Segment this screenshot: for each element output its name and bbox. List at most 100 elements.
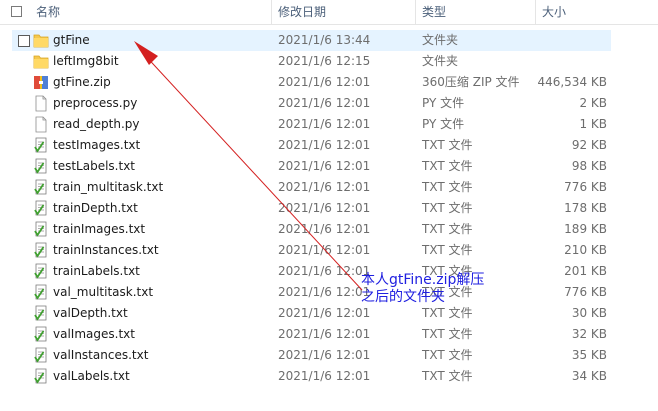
file-date: 2021/1/6 12:01	[278, 75, 371, 89]
file-date: 2021/1/6 12:01	[278, 222, 371, 236]
file-type: TXT 文件	[422, 243, 473, 257]
file-type: TXT 文件	[422, 159, 473, 173]
file-size: 178 KB	[564, 201, 607, 215]
file-name: train_multitask.txt	[53, 180, 164, 194]
file-type: PY 文件	[422, 117, 465, 131]
text-file-icon	[33, 368, 49, 385]
column-header: ^ 名称 修改日期 类型 大小	[0, 0, 658, 25]
file-row[interactable]: read_depth.py 2021/1/6 12:01 PY 文件 1 KB	[12, 114, 611, 135]
text-file-icon	[33, 305, 49, 322]
file-date: 2021/1/6 12:01	[278, 243, 371, 257]
file-row[interactable]: trainImages.txt 2021/1/6 12:01 TXT 文件 189 K…	[12, 219, 611, 240]
file-size: 30 KB	[571, 306, 607, 320]
file-date: 2021/1/6 12:01	[278, 201, 371, 215]
file-date: 2021/1/6 12:15	[278, 54, 371, 68]
folder-icon	[33, 32, 49, 49]
file-type: TXT 文件	[422, 306, 473, 320]
file-row[interactable]: testImages.txt 2021/1/6 12:01 TXT 文件 92 KB	[12, 135, 611, 156]
file-size: 446,534 KB	[537, 75, 607, 89]
file-size: 201 KB	[564, 264, 607, 278]
text-file-icon	[33, 137, 49, 154]
file-row[interactable]: valImages.txt 2021/1/6 12:01 TXT 文件 32 KB	[12, 324, 611, 345]
file-size: 92 KB	[571, 138, 607, 152]
annotation-line-1: 本人gtFine.zip解压	[361, 272, 485, 288]
file-size: 32 KB	[571, 327, 607, 341]
file-name: valLabels.txt	[53, 369, 130, 383]
file-row[interactable]: valLabels.txt 2021/1/6 12:01 TXT 文件 34 KB	[12, 366, 611, 387]
file-date: 2021/1/6 12:01	[278, 264, 371, 278]
file-row[interactable]: valInstances.txt 2021/1/6 12:01 TXT 文件 35 K…	[12, 345, 611, 366]
file-type: TXT 文件	[422, 138, 473, 152]
file-size: 776 KB	[564, 180, 607, 194]
file-name: valImages.txt	[53, 327, 135, 341]
file-size: 776 KB	[564, 285, 607, 299]
file-size: 34 KB	[571, 369, 607, 383]
file-name: trainDepth.txt	[53, 201, 138, 215]
file-row[interactable]: trainDepth.txt 2021/1/6 12:01 TXT 文件 178 KB	[12, 198, 611, 219]
file-type: TXT 文件	[422, 369, 473, 383]
file-row[interactable]: gtFine.zip 2021/1/6 12:01 360压缩 ZIP 文件 446,…	[12, 72, 611, 93]
column-type[interactable]: 类型	[422, 4, 446, 20]
text-file-icon	[33, 263, 49, 280]
row-checkbox[interactable]	[18, 35, 30, 47]
file-row[interactable]: train_multitask.txt 2021/1/6 12:01 TXT 文件 7…	[12, 177, 611, 198]
text-file-icon	[33, 158, 49, 175]
text-file-icon	[33, 179, 49, 196]
file-row[interactable]: valDepth.txt 2021/1/6 12:01 TXT 文件 30 KB	[12, 303, 611, 324]
file-date: 2021/1/6 12:01	[278, 138, 371, 152]
zip-archive-icon	[33, 74, 49, 91]
text-file-icon	[33, 326, 49, 343]
file-type: TXT 文件	[422, 180, 473, 194]
file-date: 2021/1/6 12:01	[278, 96, 371, 110]
file-date: 2021/1/6 12:01	[278, 306, 371, 320]
file-date: 2021/1/6 12:01	[278, 369, 371, 383]
file-name: read_depth.py	[53, 117, 140, 131]
column-divider[interactable]	[535, 0, 536, 24]
annotation-text: 本人gtFine.zip解压 之后的文件夹	[361, 272, 484, 306]
file-type: TXT 文件	[422, 222, 473, 236]
file-name: valDepth.txt	[53, 306, 128, 320]
file-row[interactable]: preprocess.py 2021/1/6 12:01 PY 文件 2 KB	[12, 93, 611, 114]
file-name: testLabels.txt	[53, 159, 135, 173]
file-row[interactable]: val_multitask.txt 2021/1/6 12:01 TXT 文件 776…	[12, 282, 611, 303]
file-date: 2021/1/6 12:01	[278, 117, 371, 131]
file-date: 2021/1/6 12:01	[278, 285, 371, 299]
file-size: 1 KB	[579, 117, 607, 131]
file-icon	[33, 95, 49, 112]
text-file-icon	[33, 221, 49, 238]
column-divider[interactable]	[415, 0, 416, 24]
file-row[interactable]: testLabels.txt 2021/1/6 12:01 TXT 文件 98 KB	[12, 156, 611, 177]
file-row[interactable]: leftImg8bit 2021/1/6 12:15 文件夹	[12, 51, 611, 72]
annotation-line-2: 之后的文件夹	[361, 289, 445, 305]
file-date: 2021/1/6 12:01	[278, 159, 371, 173]
file-row[interactable]: trainInstances.txt 2021/1/6 12:01 TXT 文件 21…	[12, 240, 611, 261]
file-name: val_multitask.txt	[53, 285, 154, 299]
column-size[interactable]: 大小	[542, 4, 566, 20]
file-size: 98 KB	[571, 159, 607, 173]
file-name: trainImages.txt	[53, 222, 146, 236]
file-type: PY 文件	[422, 96, 465, 110]
file-size: 189 KB	[564, 222, 607, 236]
file-name: testImages.txt	[53, 138, 141, 152]
file-type: 文件夹	[422, 54, 459, 68]
text-file-icon	[33, 200, 49, 217]
column-divider[interactable]	[271, 0, 272, 24]
file-name: leftImg8bit	[53, 54, 119, 68]
file-date: 2021/1/6 12:01	[278, 180, 371, 194]
column-name[interactable]: 名称	[36, 4, 60, 20]
file-row[interactable]: trainLabels.txt 2021/1/6 12:01 TXT 文件 201 K…	[12, 261, 611, 282]
text-file-icon	[33, 242, 49, 259]
column-date[interactable]: 修改日期	[278, 4, 326, 20]
file-size: 2 KB	[579, 96, 607, 110]
select-all-checkbox[interactable]	[11, 6, 22, 17]
file-date: 2021/1/6 12:01	[278, 327, 371, 341]
sort-arrow-icon: ^	[143, 0, 151, 4]
file-size: 35 KB	[571, 348, 607, 362]
folder-icon	[33, 53, 49, 70]
text-file-icon	[33, 284, 49, 301]
file-type: TXT 文件	[422, 201, 473, 215]
file-row[interactable]: gtFine 2021/1/6 13:44 文件夹	[12, 30, 611, 51]
file-name: gtFine	[53, 33, 90, 47]
file-type: 360压缩 ZIP 文件	[422, 75, 520, 89]
file-icon	[33, 116, 49, 133]
